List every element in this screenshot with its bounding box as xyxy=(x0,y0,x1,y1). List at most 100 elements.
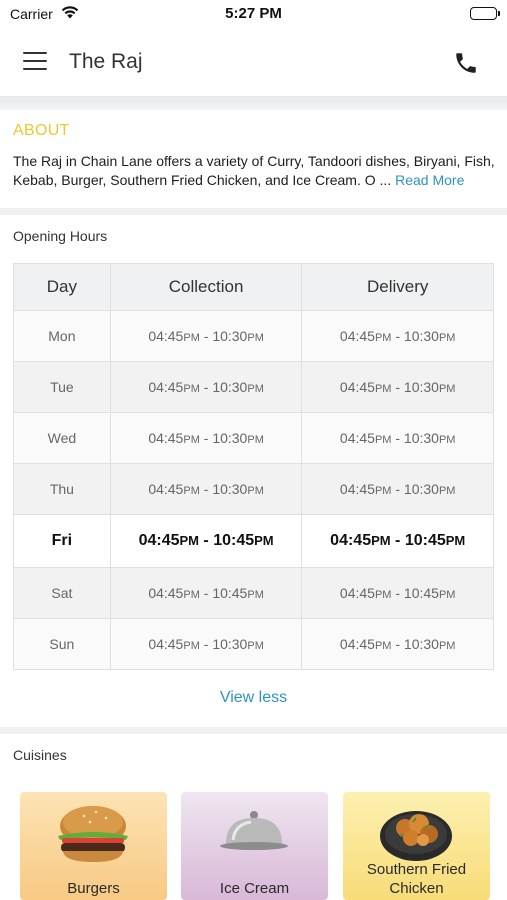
end-time: 10:45 xyxy=(212,585,248,601)
start-time: 04:45 xyxy=(148,481,184,497)
time-separator: - xyxy=(199,636,213,652)
end-time: 10:30 xyxy=(403,636,439,652)
table-row: Tue 04:45PM - 10:30PM 04:45PM - 10:30PM xyxy=(13,361,494,413)
meridiem: PM xyxy=(247,589,264,601)
start-time: 04:45 xyxy=(339,430,375,446)
meridiem: PM xyxy=(374,485,392,497)
cloche-icon xyxy=(220,811,288,850)
header-day: Day xyxy=(13,263,111,311)
end-time: 10:45 xyxy=(403,585,439,601)
time-separator: - xyxy=(391,379,404,395)
end-time: 10:30 xyxy=(212,636,248,652)
time-separator: - xyxy=(199,481,213,497)
collection-hours-cell: 04:45PM - 10:30PM xyxy=(109,361,303,413)
day-cell: Thu xyxy=(13,463,111,515)
time-separator: - xyxy=(199,328,213,344)
table-row: Fri 04:45PM - 10:45PM 04:45PM - 10:45PM xyxy=(13,514,494,568)
collection-hours-cell: 04:45PM - 10:30PM xyxy=(109,310,303,362)
start-time: 04:45 xyxy=(339,379,375,395)
table-header-row: Day Collection Delivery xyxy=(13,263,494,311)
collection-hours-cell: 04:45PM - 10:30PM xyxy=(109,412,303,464)
start-time: 04:45 xyxy=(148,636,184,652)
collection-hours-cell: 04:45PM - 10:30PM xyxy=(109,463,303,515)
time-separator: - xyxy=(390,532,405,549)
end-time: 10:30 xyxy=(403,379,439,395)
end-time: 10:45 xyxy=(404,532,446,549)
start-time: 04:45 xyxy=(148,430,184,446)
delivery-hours-cell: 04:45PM - 10:30PM xyxy=(301,412,494,464)
time-separator: - xyxy=(199,430,213,446)
end-time: 10:30 xyxy=(212,481,248,497)
meridiem: PM xyxy=(183,640,200,652)
meridiem: PM xyxy=(179,533,199,548)
meridiem: PM xyxy=(183,485,200,497)
cuisine-card-ice-cream[interactable]: Ice Cream xyxy=(181,792,328,900)
navigation-bar: The Raj xyxy=(0,30,507,96)
table-row: Sun 04:45PM - 10:30PM 04:45PM - 10:30PM xyxy=(13,618,494,670)
start-time: 04:45 xyxy=(148,585,184,601)
end-time: 10:30 xyxy=(212,328,248,344)
meridiem: PM xyxy=(374,434,392,446)
day-cell: Tue xyxy=(13,361,111,413)
meridiem: PM xyxy=(438,589,456,601)
cuisines-title: Cuisines xyxy=(13,747,67,763)
meridiem: PM xyxy=(445,533,466,548)
table-row: Mon 04:45PM - 10:30PM 04:45PM - 10:30PM xyxy=(13,310,494,362)
start-time: 04:45 xyxy=(339,328,375,344)
meridiem: PM xyxy=(374,332,392,344)
meridiem: PM xyxy=(438,434,456,446)
meridiem: PM xyxy=(247,434,264,446)
meridiem: PM xyxy=(183,332,200,344)
end-time: 10:30 xyxy=(403,481,439,497)
time-separator: - xyxy=(199,585,213,601)
day-cell: Fri xyxy=(13,514,111,568)
cuisine-label: Ice Cream xyxy=(219,880,290,897)
meridiem: PM xyxy=(183,589,200,601)
start-time: 04:45 xyxy=(330,532,372,549)
start-time: 04:45 xyxy=(148,328,184,344)
start-time: 04:45 xyxy=(148,379,184,395)
meridiem: PM xyxy=(438,332,456,344)
end-time: 10:45 xyxy=(213,532,255,549)
meridiem: PM xyxy=(438,383,456,395)
day-cell: Sun xyxy=(13,618,111,670)
time-separator: - xyxy=(391,585,404,601)
battery-icon xyxy=(470,7,500,20)
section-divider xyxy=(0,96,507,110)
header-delivery: Delivery xyxy=(301,263,494,311)
collection-hours-cell: 04:45PM - 10:45PM xyxy=(109,514,303,568)
delivery-hours-cell: 04:45PM - 10:30PM xyxy=(301,618,494,670)
time-separator: - xyxy=(199,379,213,395)
section-divider xyxy=(0,208,507,215)
table-row: Wed 04:45PM - 10:30PM 04:45PM - 10:30PM xyxy=(13,412,494,464)
meridiem: PM xyxy=(374,589,392,601)
start-time: 04:45 xyxy=(339,636,375,652)
end-time: 10:30 xyxy=(212,430,248,446)
cuisine-card-burgers[interactable]: Burgers xyxy=(20,792,167,900)
meridiem: PM xyxy=(438,485,456,497)
delivery-hours-cell: 04:45PM - 10:45PM xyxy=(301,514,494,568)
meridiem: PM xyxy=(183,383,200,395)
header-collection: Collection xyxy=(109,263,303,311)
collection-hours-cell: 04:45PM - 10:45PM xyxy=(109,567,303,619)
meridiem: PM xyxy=(183,434,200,446)
view-less-link[interactable]: View less xyxy=(0,689,507,707)
read-more-link[interactable]: Read More xyxy=(395,172,464,188)
phone-icon[interactable] xyxy=(453,50,479,76)
meridiem: PM xyxy=(247,383,264,395)
cuisine-card-southern-fried-chicken[interactable]: Southern Fried Chicken xyxy=(343,792,490,900)
cuisine-label: Southern Fried Chicken xyxy=(366,861,467,897)
meridiem: PM xyxy=(438,640,456,652)
hamburger-menu-icon[interactable] xyxy=(23,52,47,72)
delivery-hours-cell: 04:45PM - 10:30PM xyxy=(301,310,494,362)
end-time: 10:30 xyxy=(403,430,439,446)
about-description: The Raj in Chain Lane offers a variety o… xyxy=(13,152,498,190)
table-row: Thu 04:45PM - 10:30PM 04:45PM - 10:30PM xyxy=(13,463,494,515)
table-row: Sat 04:45PM - 10:45PM 04:45PM - 10:45PM xyxy=(13,567,494,619)
opening-hours-title: Opening Hours xyxy=(13,228,108,244)
start-time: 04:45 xyxy=(339,585,375,601)
opening-hours-table: Day Collection Delivery Mon 04:45PM - 10:… xyxy=(13,263,494,670)
burger-icon xyxy=(58,806,128,862)
meridiem: PM xyxy=(247,485,264,497)
about-section: ABOUT The Raj in Chain Lane offers a var… xyxy=(0,110,507,206)
